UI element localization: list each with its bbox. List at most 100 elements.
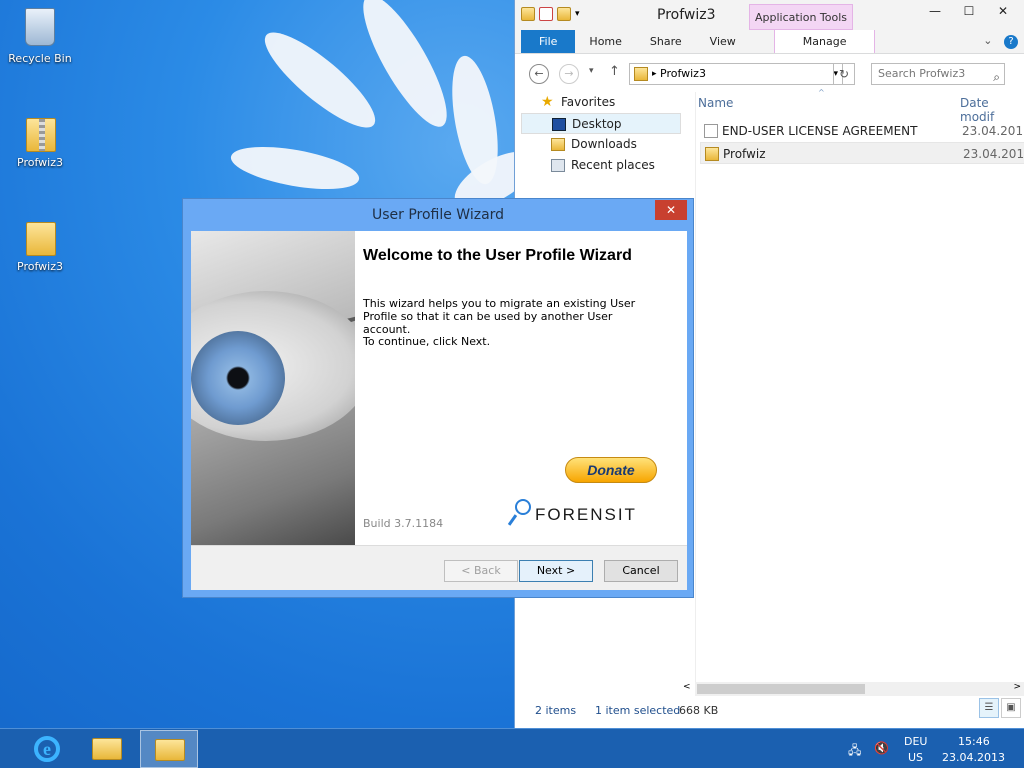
explorer-title: Profwiz3 bbox=[657, 7, 716, 23]
recycle-bin-icon bbox=[20, 8, 60, 48]
next-button[interactable]: Next > bbox=[519, 560, 593, 582]
search-input[interactable]: Search Profwiz3 ⌕ bbox=[871, 63, 1005, 85]
recent-places-icon bbox=[551, 159, 565, 172]
context-tab-application-tools: Application Tools bbox=[749, 4, 853, 30]
input-layout[interactable]: US bbox=[908, 751, 923, 764]
scroll-right-icon[interactable]: > bbox=[1013, 682, 1021, 692]
horizontal-scrollbar[interactable]: < > bbox=[683, 682, 1024, 696]
file-name: END-USER LICENSE AGREEMENT bbox=[722, 124, 918, 138]
nav-favorites[interactable]: ★ Favorites bbox=[521, 92, 681, 113]
tab-share[interactable]: Share bbox=[636, 30, 696, 53]
wizard-instruction: To continue, click Next. bbox=[363, 335, 491, 348]
close-button[interactable]: ✕ bbox=[986, 0, 1020, 22]
nav-item-downloads[interactable]: Downloads bbox=[521, 134, 681, 155]
file-date: 23.04.2013 bbox=[963, 147, 1024, 161]
taskbar-user-profile-wizard[interactable] bbox=[140, 730, 198, 768]
file-name: Profwiz bbox=[723, 147, 766, 161]
minimize-button[interactable]: — bbox=[918, 0, 952, 22]
system-tray: 🖧 🔇 DEU US 15:46 23.04.2013 bbox=[824, 729, 1024, 768]
wizard-heading: Welcome to the User Profile Wizard bbox=[363, 247, 632, 264]
properties-icon[interactable] bbox=[539, 7, 553, 21]
tab-home[interactable]: Home bbox=[575, 30, 635, 53]
search-icon: ⌕ bbox=[993, 70, 1000, 84]
column-name[interactable]: Name bbox=[698, 96, 733, 110]
status-size: 668 KB bbox=[679, 704, 719, 717]
internet-explorer-icon: e bbox=[34, 736, 60, 762]
desktop-icon-recycle-bin[interactable]: Recycle Bin bbox=[2, 8, 78, 65]
nav-label: Favorites bbox=[561, 95, 616, 109]
file-date: 23.04.2013 bbox=[962, 124, 1024, 138]
logo-text: FORENSIT bbox=[535, 505, 637, 524]
status-bar: 2 items 1 item selected 668 KB ☰ ▣ bbox=[515, 696, 1024, 728]
speaker-muted-icon[interactable]: 🔇 bbox=[874, 741, 889, 755]
wizard-content: Welcome to the User Profile Wizard This … bbox=[363, 231, 687, 545]
refresh-button[interactable]: ↻ bbox=[833, 63, 855, 85]
profile-wizard-icon bbox=[155, 739, 185, 761]
help-icon[interactable]: ? bbox=[1004, 35, 1018, 49]
explorer-title-bar[interactable]: ▾ Profwiz3 Application Tools — ☐ ✕ bbox=[515, 0, 1024, 30]
back-button[interactable]: ← bbox=[529, 64, 549, 84]
large-icons-view-icon[interactable]: ▣ bbox=[1001, 698, 1021, 718]
clock-time[interactable]: 15:46 bbox=[958, 735, 990, 748]
zip-folder-icon bbox=[20, 112, 60, 152]
back-button[interactable]: < Back bbox=[444, 560, 518, 582]
downloads-icon bbox=[551, 138, 565, 151]
search-placeholder: Search Profwiz3 bbox=[878, 67, 966, 80]
scrollbar-thumb[interactable] bbox=[697, 684, 865, 694]
wallpaper-petal bbox=[227, 138, 363, 198]
eye-banner-image bbox=[191, 231, 355, 545]
file-row-selected[interactable]: Profwiz 23.04.2013 bbox=[700, 142, 1024, 164]
star-icon: ★ bbox=[541, 94, 554, 110]
wizard-title: User Profile Wizard bbox=[371, 207, 505, 223]
text-file-icon bbox=[704, 124, 718, 138]
input-language[interactable]: DEU bbox=[904, 735, 927, 748]
taskbar-file-explorer[interactable] bbox=[78, 730, 136, 768]
scroll-left-icon[interactable]: < bbox=[683, 682, 691, 692]
nav-item-desktop[interactable]: Desktop bbox=[521, 113, 681, 134]
tab-view[interactable]: View bbox=[696, 30, 750, 53]
wizard-body: Welcome to the User Profile Wizard This … bbox=[191, 231, 687, 590]
cancel-button[interactable]: Cancel bbox=[604, 560, 678, 582]
file-list: Name ^ Date modif END-USER LICENSE AGREE… bbox=[695, 88, 1024, 682]
tab-file[interactable]: File bbox=[521, 30, 576, 53]
build-version: Build 3.7.1184 bbox=[363, 517, 444, 530]
file-row[interactable]: END-USER LICENSE AGREEMENT 23.04.2013 bbox=[700, 120, 1024, 142]
clock-date[interactable]: 23.04.2013 bbox=[942, 751, 1005, 764]
nav-label: Recent places bbox=[571, 158, 655, 172]
sort-ascending-icon: ^ bbox=[818, 88, 825, 97]
maximize-button[interactable]: ☐ bbox=[952, 0, 986, 22]
new-folder-icon[interactable] bbox=[557, 7, 571, 21]
status-selected: 1 item selected bbox=[595, 704, 681, 717]
address-path: Profwiz3 bbox=[660, 67, 706, 80]
address-row: ← → ▾ ↑ ▸ Profwiz3 ▾ ↻ Search Profwiz3 ⌕ bbox=[515, 54, 1024, 92]
wallpaper-petal bbox=[253, 19, 387, 141]
forward-button[interactable]: → bbox=[559, 64, 579, 84]
folder-icon[interactable] bbox=[521, 7, 535, 21]
up-arrow-icon[interactable]: ↑ bbox=[609, 64, 620, 79]
address-bar[interactable]: ▸ Profwiz3 ▾ bbox=[629, 63, 843, 85]
wizard-button-bar: < Back Next > Cancel bbox=[191, 545, 687, 590]
desktop-icon-profwiz3-folder[interactable]: Profwiz3 bbox=[2, 216, 78, 273]
donate-button[interactable]: Donate bbox=[565, 457, 657, 483]
desktop-icon-profwiz3-zip[interactable]: Profwiz3 bbox=[2, 112, 78, 169]
desktop-icon bbox=[552, 118, 566, 131]
tab-manage[interactable]: Manage bbox=[773, 30, 876, 53]
details-view-icon[interactable]: ☰ bbox=[979, 698, 999, 718]
taskbar-internet-explorer[interactable]: e bbox=[16, 730, 74, 768]
nav-item-recent-places[interactable]: Recent places bbox=[521, 155, 681, 176]
expand-ribbon-icon[interactable]: ⌄ bbox=[983, 34, 992, 47]
file-explorer-icon bbox=[92, 738, 122, 760]
desktop-icon-label: Recycle Bin bbox=[8, 52, 72, 65]
recent-locations-icon[interactable]: ▾ bbox=[589, 66, 594, 76]
forensit-logo: FORENSIT bbox=[507, 497, 659, 531]
chevron-down-icon[interactable]: ▾ bbox=[575, 7, 589, 21]
wizard-description: This wizard helps you to migrate an exis… bbox=[363, 297, 636, 336]
nav-label: Downloads bbox=[571, 137, 637, 151]
breadcrumb-chevron-icon: ▸ bbox=[652, 69, 657, 79]
magnifier-icon bbox=[515, 499, 531, 515]
network-icon[interactable]: 🖧 bbox=[848, 741, 861, 762]
column-headers: Name ^ Date modif bbox=[696, 88, 1024, 124]
wizard-title-bar[interactable]: User Profile Wizard ✕ bbox=[183, 199, 693, 231]
nav-label: Desktop bbox=[572, 117, 622, 131]
wizard-close-button[interactable]: ✕ bbox=[655, 200, 687, 220]
